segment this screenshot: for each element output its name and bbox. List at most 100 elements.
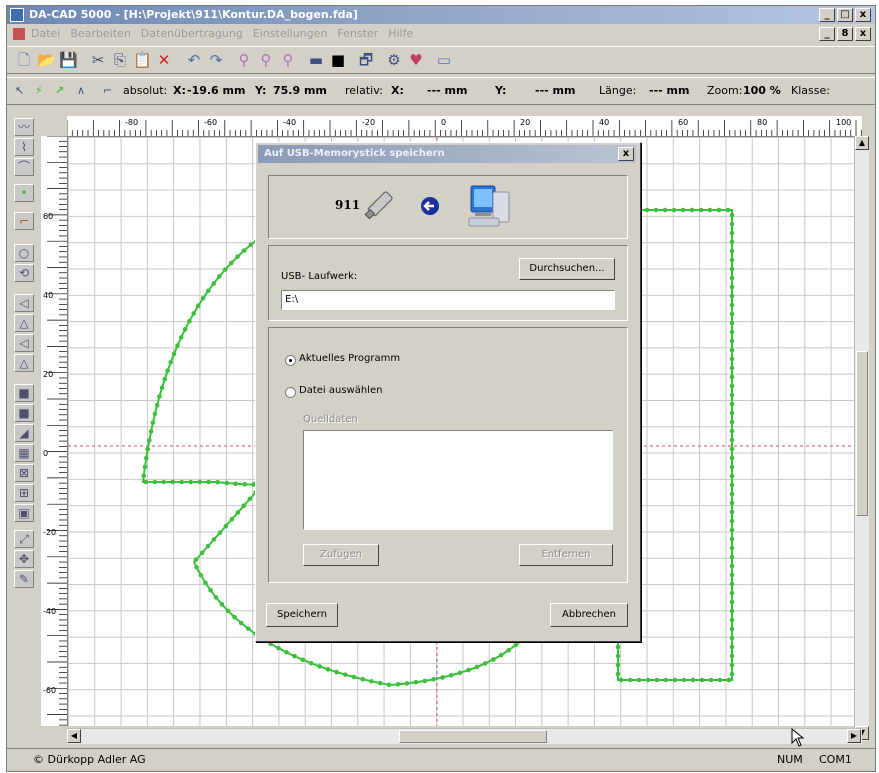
close-button[interactable]: x (855, 8, 871, 22)
horizontal-scrollbar[interactable]: ◀ ▶ (67, 728, 862, 744)
stitch-point (618, 677, 624, 683)
menu-item-bearbeiten[interactable]: Bearbeiten (70, 25, 130, 43)
black-square-icon[interactable]: ■ (329, 51, 347, 69)
redo-icon[interactable]: ↷ (207, 51, 225, 69)
stitch-point (143, 479, 149, 485)
arc-icon[interactable]: ⌒ (14, 158, 34, 176)
source-file-list[interactable] (303, 430, 613, 530)
stitch-point (729, 482, 735, 488)
fill-icon[interactable]: ■ (14, 384, 34, 402)
vertical-scroll-thumb[interactable] (856, 351, 868, 516)
add-button[interactable]: Zufügen (303, 544, 379, 566)
radio-select-file[interactable] (285, 387, 296, 398)
mirror-right-icon[interactable]: ◁ (14, 334, 34, 352)
menu-item-fenster[interactable]: Fenster (337, 25, 378, 43)
cancel-button[interactable]: Abbrechen (550, 603, 628, 627)
menu-item-datei[interactable]: Datei (31, 25, 60, 43)
open-folder-icon[interactable]: 📂 (37, 51, 56, 69)
rotate-icon[interactable]: ⟲ (14, 264, 34, 282)
stitch-point (199, 550, 205, 556)
stitch-point (196, 303, 201, 309)
scroll-up-icon[interactable]: ▲ (855, 136, 869, 150)
cut-icon[interactable]: ✂ (89, 51, 107, 69)
zoom-out-icon[interactable]: ⚲ (257, 51, 275, 69)
fill-alt-icon[interactable]: ■ (14, 404, 34, 422)
radio-select-file-label[interactable]: Datei auswählen (299, 385, 382, 396)
line-tool-icon[interactable]: ↗ (55, 78, 64, 104)
stitch-point (699, 677, 705, 683)
coordinate-toolbar: ↖ ⚡ ↗ ∧ ⌐ absolut: X: -19.6 mm Y: 75.9 m… (7, 77, 875, 105)
remove-button[interactable]: Entfernen (519, 544, 613, 566)
laenge-label: Länge: (599, 84, 637, 97)
stitch-point (729, 248, 735, 254)
stitch-point (143, 455, 149, 461)
transform-icon[interactable]: ⊠ (14, 464, 34, 482)
select-arrow-icon[interactable]: ↖ (15, 78, 24, 104)
stitch-point (147, 437, 152, 443)
stitch-point (513, 642, 519, 648)
layer-icon[interactable]: ▦ (14, 444, 34, 462)
polyline-icon[interactable]: ∧ (77, 78, 85, 104)
freehand-icon[interactable]: 〰 (14, 118, 34, 136)
horizontal-scroll-thumb[interactable] (399, 730, 547, 743)
zoom-window-icon[interactable]: ⚲ (279, 51, 297, 69)
text-icon[interactable]: ▣ (14, 504, 34, 522)
stitch-point (615, 644, 621, 650)
mirror-left-icon[interactable]: ◁ (14, 294, 34, 312)
stitch-point (170, 479, 176, 485)
scale-icon[interactable]: ⤢ (14, 530, 34, 548)
app-icon[interactable] (10, 8, 24, 22)
move-icon[interactable]: ✥ (14, 550, 34, 568)
scroll-right-icon[interactable]: ▶ (847, 729, 861, 743)
stitch-point (168, 359, 174, 365)
program-number: 911 (335, 198, 361, 212)
document-icon[interactable] (13, 28, 25, 40)
radio-current-program[interactable] (285, 355, 296, 366)
usb-drive-input[interactable]: E:\ (281, 290, 615, 310)
zoom-in-icon[interactable]: ⚲ (235, 51, 253, 69)
mdi-restore-button[interactable]: 8 (837, 27, 853, 41)
mdi-close-button[interactable]: x (855, 27, 871, 41)
export-icon[interactable]: 🗗 (357, 51, 375, 69)
circle-icon[interactable]: ○ (14, 244, 34, 262)
menu-item-hilfe[interactable]: Hilfe (388, 25, 413, 43)
browse-button[interactable]: Durchsuchen... (519, 258, 615, 280)
stitch-point (200, 295, 206, 301)
paste-icon[interactable]: 📋 (133, 51, 152, 69)
radio-current-program-label[interactable]: Aktuelles Programm (299, 353, 400, 364)
stitch-point (334, 669, 339, 675)
spline-icon[interactable]: ⌇ (14, 138, 34, 156)
point-icon[interactable]: • (14, 184, 34, 202)
mirror-down-icon[interactable]: △ (14, 354, 34, 372)
mdi-minimize-button[interactable]: _ (819, 27, 835, 41)
save-icon[interactable]: 💾 (59, 51, 78, 69)
new-file-icon[interactable]: 🗋 (15, 51, 33, 69)
dialog-close-button[interactable]: x (618, 147, 634, 161)
undo-icon[interactable]: ↶ (185, 51, 203, 69)
machine-icon[interactable]: ⚙ (385, 51, 403, 69)
grid-icon[interactable]: ▬ (307, 51, 325, 69)
point-edit-icon[interactable]: ⚡ (35, 78, 43, 104)
stitch-point (729, 509, 735, 515)
mirror-up-icon[interactable]: △ (14, 314, 34, 332)
transfer-icon[interactable]: ♥ (407, 51, 425, 69)
stitch-icon[interactable]: ✎ (14, 570, 34, 588)
vertical-scrollbar[interactable]: ▲ ▼ (854, 136, 869, 741)
menu-item-daten-bertragung[interactable]: Datenübertragung (141, 25, 243, 43)
minimize-button[interactable]: _ (819, 8, 835, 22)
maximize-button[interactable]: □ (837, 8, 853, 22)
source-data-label: Quelldaten (303, 414, 358, 425)
delete-icon[interactable]: ✕ (155, 51, 173, 69)
window-icon[interactable]: ▭ (435, 51, 453, 69)
scroll-left-icon[interactable]: ◀ (67, 729, 81, 743)
corner-icon[interactable]: ⌐ (14, 212, 34, 230)
save-button[interactable]: Speichern (266, 603, 338, 627)
copy-icon[interactable]: ⎘ (111, 51, 129, 69)
stitch-point (377, 680, 383, 686)
measure-icon[interactable]: ⌐ (103, 78, 112, 104)
stitch-point (729, 347, 735, 353)
menu-item-einstellungen[interactable]: Einstellungen (253, 25, 328, 43)
shape-icon[interactable]: ◢ (14, 424, 34, 442)
rel-x-label: X: (391, 84, 404, 97)
offset-icon[interactable]: ⊞ (14, 484, 34, 502)
